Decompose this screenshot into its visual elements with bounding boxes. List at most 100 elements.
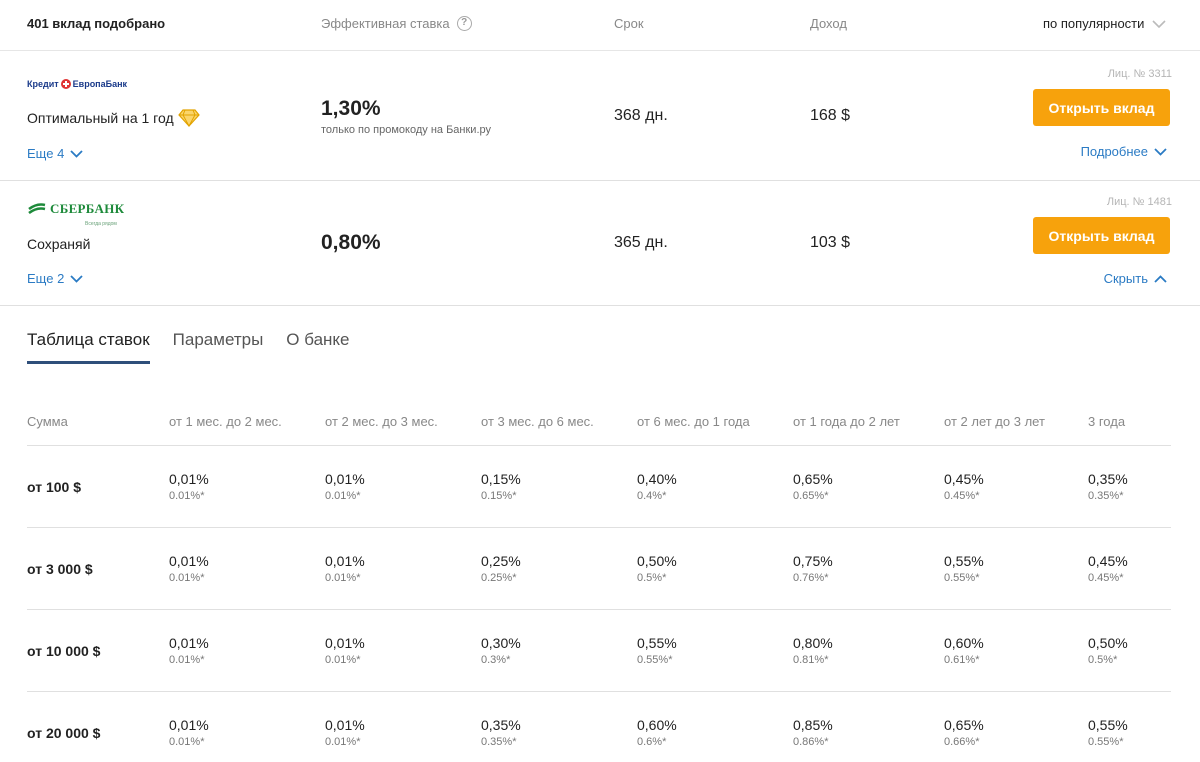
open-deposit-button[interactable]: Открыть вклад (1033, 217, 1170, 254)
effective-rate-value: 0.45%* (944, 490, 980, 502)
results-header: 401 вклад подобрано Эффективная ставка ?… (0, 0, 1200, 51)
bank-logo[interactable]: СБЕРБАНК Всегда рядом (27, 201, 124, 227)
tab-parameters[interactable]: Параметры (173, 330, 264, 364)
effective-rate-value: 0.5%* (1088, 654, 1118, 666)
effective-rate-value: 0.01%* (325, 572, 361, 584)
effective-rate-value: 0.86%* (793, 736, 829, 748)
rate-cell: 0,01% 0.01%* (325, 717, 365, 748)
rate-cell: 0,55% 0.55%* (1088, 717, 1128, 748)
rate-cell: 0,55% 0.55%* (637, 635, 677, 666)
tab-rate-table[interactable]: Таблица ставок (27, 330, 150, 364)
rate-cell: 0,01% 0.01%* (325, 635, 365, 666)
more-deposits-link[interactable]: Еще 2 (27, 271, 83, 286)
rate-value: 0,80% (793, 635, 833, 651)
rate-cell: 0,85% 0.86%* (793, 717, 833, 748)
rate-cell: 0,35% 0.35%* (481, 717, 521, 748)
effective-rate-value: 0.55%* (1088, 736, 1124, 748)
effective-rate-value: 0.65%* (793, 490, 829, 502)
table-row: от 100 $ 0,01% 0.01%* 0,01% 0.01%* 0,15% 0.15%… (27, 446, 1171, 528)
rate-value: 0,35% (481, 717, 521, 733)
rate-cell: 0,80% 0.81%* (793, 635, 833, 666)
rate-value: 0,55% (944, 553, 984, 569)
rate-value: 0,01% (169, 717, 209, 733)
rate-cell: 0,50% 0.5%* (637, 553, 677, 584)
rate-value: 0,45% (1088, 553, 1128, 569)
effective-rate-value: 0.3%* (481, 654, 511, 666)
rate-cell: 0,60% 0.61%* (944, 635, 984, 666)
effective-rate-value: 0.66%* (944, 736, 980, 748)
tab-about-bank[interactable]: О банке (286, 330, 349, 364)
open-deposit-button[interactable]: Открыть вклад (1033, 89, 1170, 126)
bank-logo[interactable]: Кредит ЕвропаБанк (27, 79, 127, 89)
rate-cell: 0,60% 0.6%* (637, 717, 677, 748)
chevron-up-icon (1154, 274, 1167, 283)
rate-cell: 0,45% 0.45%* (1088, 553, 1128, 584)
license-number: Лиц. № 1481 (1106, 196, 1172, 208)
table-row: от 10 000 $ 0,01% 0.01%* 0,01% 0.01%* 0,30% 0.… (27, 610, 1171, 692)
cross-icon (60, 79, 71, 89)
chevron-down-icon (1154, 147, 1167, 156)
rate-value: 0,01% (325, 717, 365, 733)
rate-cell: 0,01% 0.01%* (325, 553, 365, 584)
effective-rate-value: 0.6%* (637, 736, 667, 748)
sort-dropdown-label: по популярности (1043, 16, 1145, 31)
column-header-period: от 1 года до 2 лет (793, 414, 900, 429)
column-header-period: от 2 мес. до 3 мес. (325, 414, 438, 429)
rate-value: 0,35% (1088, 471, 1128, 487)
deposit-card: СБЕРБАНК Всегда рядом Сохраняй Еще 2 0,8… (0, 181, 1200, 306)
rate-cell: 0,25% 0.25%* (481, 553, 521, 584)
rate-cell: 0,30% 0.3%* (481, 635, 521, 666)
deposit-name[interactable]: Сохраняй (27, 236, 90, 252)
rate-cell: 0,01% 0.01%* (325, 471, 365, 502)
column-header-rate[interactable]: Эффективная ставка ? (321, 16, 472, 31)
effective-rate-value: 0.01%* (325, 736, 361, 748)
chevron-down-icon (70, 149, 83, 158)
column-header-income[interactable]: Доход (810, 16, 847, 31)
rate-cell: 0,75% 0.76%* (793, 553, 833, 584)
column-header-period: от 3 мес. до 6 мес. (481, 414, 594, 429)
rate-value: 0,55% (1088, 717, 1128, 733)
help-icon[interactable]: ? (456, 16, 472, 31)
chevron-down-icon (70, 274, 83, 283)
amount-cell: от 20 000 $ (27, 725, 101, 741)
deposit-income: 103 $ (810, 234, 851, 251)
rate-cell: 0,01% 0.01%* (169, 717, 209, 748)
amount-cell: от 3 000 $ (27, 561, 93, 577)
details-link[interactable]: Подробнее (1081, 144, 1167, 159)
rate-value: 0,65% (944, 717, 984, 733)
deposit-name[interactable]: Оптимальный на 1 год (27, 108, 200, 128)
more-deposits-link[interactable]: Еще 4 (27, 146, 83, 161)
rate-table-header: Сумма от 1 мес. до 2 мес. от 2 мес. до 3 м… (27, 403, 1171, 446)
sberbank-logo-icon (28, 203, 46, 215)
effective-rate-value: 0.55%* (944, 572, 980, 584)
amount-cell: от 100 $ (27, 479, 81, 495)
diamond-icon (177, 109, 200, 128)
table-row: от 20 000 $ 0,01% 0.01%* 0,01% 0.01%* 0,35% 0.… (27, 692, 1171, 762)
deposit-income: 168 $ (810, 107, 851, 124)
rate-value: 0,50% (637, 553, 677, 569)
amount-cell: от 10 000 $ (27, 643, 101, 659)
effective-rate-value: 0.01%* (169, 736, 205, 748)
rate-value: 0,15% (481, 471, 521, 487)
rate-cell: 0,01% 0.01%* (169, 471, 209, 502)
rate-cell: 0,65% 0.66%* (944, 717, 984, 748)
column-header-rate-label: Эффективная ставка (321, 16, 450, 31)
rate-cell: 0,01% 0.01%* (169, 635, 209, 666)
effective-rate-value: 0.01%* (169, 490, 205, 502)
deposit-term: 365 дн. (614, 234, 668, 251)
rate-value: 0,01% (325, 553, 365, 569)
rate-cell: 0,35% 0.35%* (1088, 471, 1128, 502)
rate-value: 0,01% (325, 635, 365, 651)
table-row: от 3 000 $ 0,01% 0.01%* 0,01% 0.01%* 0,25% 0.2… (27, 528, 1171, 610)
sort-dropdown[interactable]: по популярности (1043, 16, 1166, 31)
rate-value: 0,50% (1088, 635, 1128, 651)
rate-value: 0,65% (793, 471, 833, 487)
deposit-rate: 0,80% (321, 231, 381, 254)
rate-value: 0,30% (481, 635, 521, 651)
effective-rate-value: 0.25%* (481, 572, 517, 584)
hide-details-link[interactable]: Скрыть (1104, 271, 1167, 286)
column-header-amount: Сумма (27, 414, 68, 429)
effective-rate-value: 0.15%* (481, 490, 517, 502)
rate-value: 0,01% (169, 471, 209, 487)
column-header-term[interactable]: Срок (614, 16, 644, 31)
